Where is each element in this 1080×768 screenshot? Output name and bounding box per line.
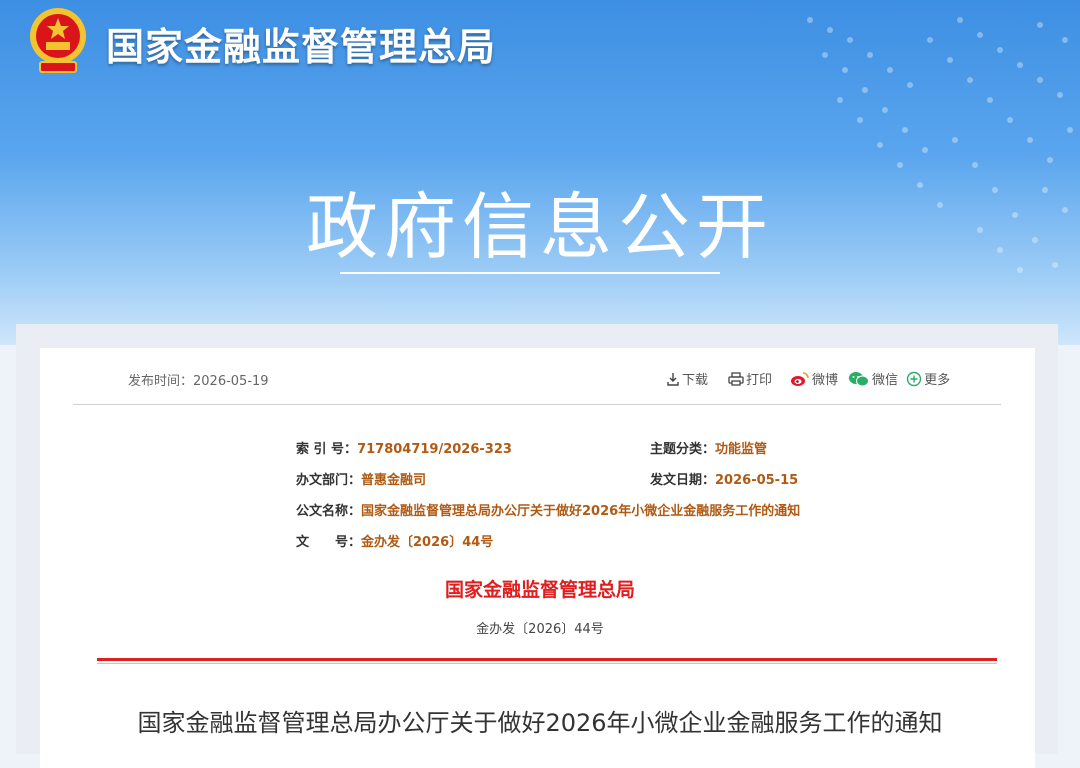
document-title: 国家金融监督管理总局办公厅关于做好2026年小微企业金融服务工作的通知 [137, 709, 943, 737]
index-number-label: 索 引 号： [296, 442, 358, 457]
publish-time-label: 发布时间： [128, 374, 194, 389]
department-value: 普惠金融司 [361, 473, 427, 488]
document-number-label: 文 号： [296, 535, 362, 550]
issue-date-value: 2026-05-15 [715, 473, 799, 488]
issue-date-label: 发文日期： [650, 473, 716, 488]
topic-row: 主题分类：功能监管 [650, 438, 767, 457]
more-share-button[interactable]: 更多 [906, 369, 950, 388]
weibo-label: 微博 [812, 373, 839, 388]
topic-value: 功能监管 [715, 442, 768, 457]
topic-label: 主题分类： [650, 442, 716, 457]
header-banner: 国家金融监督管理总局 政府信息公开 [0, 0, 1080, 345]
wechat-label: 微信 [872, 373, 899, 388]
wechat-share-button[interactable]: 微信 [848, 369, 898, 388]
national-emblem-icon [30, 8, 86, 73]
title-underline [340, 272, 720, 274]
org-name: 国家金融监督管理总局 [106, 25, 497, 69]
weibo-icon [791, 371, 809, 386]
download-label: 下载 [682, 373, 709, 388]
print-label: 打印 [746, 373, 773, 388]
issue-date-row: 发文日期：2026-05-15 [650, 469, 798, 488]
document-name-value: 国家金融监督管理总局办公厅关于做好2026年小微企业金融服务工作的通知 [361, 504, 801, 519]
plus-circle-icon [906, 371, 922, 386]
department-label: 办文部门： [296, 473, 362, 488]
section-title: 政府信息公开 [305, 185, 774, 269]
weibo-share-button[interactable]: 微博 [790, 369, 838, 388]
publish-time-value: 2026-05-19 [193, 374, 269, 389]
document-number: 金办发〔2026〕44号 [476, 622, 604, 637]
index-number-row: 索 引 号：717804719/2026-323 [296, 438, 512, 457]
document-issuer: 国家金融监督管理总局 [444, 579, 635, 601]
download-icon [667, 372, 679, 386]
department-row: 办文部门：普惠金融司 [296, 469, 426, 488]
printer-icon [728, 371, 744, 386]
wechat-icon [849, 371, 870, 386]
meta-divider [73, 404, 1001, 405]
index-number-value: 717804719/2026-323 [357, 442, 512, 457]
document-name-label: 公文名称： [296, 504, 362, 519]
toolbar: 下载 打印 微博 微信 更多 [666, 369, 950, 388]
document-number-value: 金办发〔2026〕44号 [361, 535, 494, 550]
more-label: 更多 [924, 373, 951, 388]
download-button[interactable]: 下载 [666, 369, 708, 388]
print-button[interactable]: 打印 [728, 369, 772, 388]
document-name-row: 公文名称：国家金融监督管理总局办公厅关于做好2026年小微企业金融服务工作的通知 [296, 500, 800, 519]
document-number-row: 文 号：金办发〔2026〕44号 [296, 531, 493, 550]
publish-time: 发布时间：2026-05-19 [128, 370, 269, 389]
red-header-rule [97, 658, 997, 661]
red-header-rule-thin [97, 663, 997, 664]
